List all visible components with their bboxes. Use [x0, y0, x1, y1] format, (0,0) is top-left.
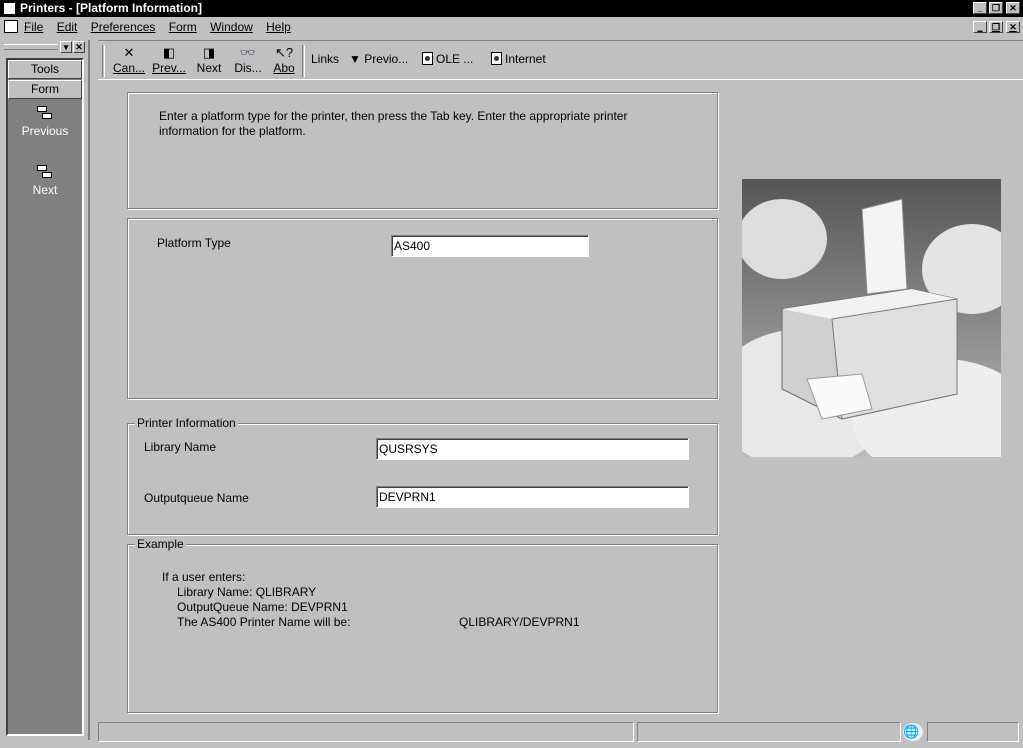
minimize-button[interactable]: _	[973, 2, 987, 14]
sidebar-panel: Tools Form Previous Next	[6, 58, 84, 736]
library-name-label: Library Name	[144, 440, 217, 454]
globe-icon: 🌐	[903, 723, 923, 741]
printer-image	[742, 179, 1001, 457]
child-restore-button[interactable]: ❐	[989, 21, 1003, 33]
example-result: QLIBRARY/DEVPRN1	[459, 615, 580, 629]
ole-link[interactable]: OLE ...	[422, 52, 473, 66]
internet-document-icon	[491, 52, 502, 65]
sidebar-item-next[interactable]: Next	[8, 165, 82, 197]
menu-file[interactable]: File	[24, 20, 43, 34]
platform-type-label: Platform Type	[157, 236, 231, 250]
tools-tab[interactable]: Tools	[8, 60, 82, 79]
sidebar-item-label: Next	[32, 183, 58, 197]
restore-button[interactable]: ❐	[989, 2, 1003, 14]
glasses-icon: 👓	[239, 45, 257, 60]
menu-window[interactable]: Window	[210, 20, 253, 34]
example-legend: Example	[135, 537, 186, 551]
about-button[interactable]: ↖? Abo	[270, 45, 298, 75]
status-pane-main	[98, 722, 634, 742]
previous-link[interactable]: ▼ Previo...	[349, 52, 408, 66]
form-nav-icon	[37, 165, 53, 179]
sidebar-item-label: Previous	[21, 124, 69, 138]
form-nav-icon	[37, 106, 53, 120]
library-name-input[interactable]: QUSRSYS	[376, 438, 689, 460]
sidebar-close-button[interactable]: ✕	[73, 41, 85, 53]
ole-document-icon	[422, 52, 433, 65]
title-bar: Printers - [Platform Information] _ ❐ ✕	[0, 0, 1023, 17]
sidebar: ▾ ✕ Tools Form Previous Next	[0, 40, 90, 740]
menu-edit[interactable]: Edit	[57, 20, 78, 34]
sidebar-grip[interactable]	[4, 44, 58, 50]
sidebar-item-previous[interactable]: Previous	[8, 106, 82, 138]
sidebar-dropdown-button[interactable]: ▾	[60, 41, 72, 53]
printer-information-legend: Printer Information	[135, 416, 238, 430]
internet-link[interactable]: Internet	[491, 52, 546, 66]
platform-type-input[interactable]: AS400	[391, 235, 589, 257]
example-text: If a user enters: Library Name: QLIBRARY…	[162, 570, 351, 629]
menu-bar: File Edit Preferences Form Window Help _…	[0, 17, 1023, 38]
outputqueue-name-input[interactable]: DEVPRN1	[376, 486, 689, 508]
platform-panel: Platform Type AS400	[127, 218, 718, 399]
previous-button[interactable]: ◧ Prev...	[150, 45, 188, 75]
display-button[interactable]: 👓 Dis...	[232, 45, 264, 75]
outputqueue-name-label: Outputqueue Name	[144, 491, 249, 505]
status-bar: 🌐	[98, 722, 1023, 742]
arrow-left-icon: ◧	[162, 45, 176, 60]
links-label: Links	[311, 52, 340, 66]
close-button[interactable]: ✕	[1006, 2, 1020, 14]
status-pane-3	[927, 722, 1019, 742]
menu-help[interactable]: Help	[266, 20, 291, 34]
help-cursor-icon: ↖?	[274, 45, 294, 60]
dropdown-triangle-icon: ▼	[349, 52, 365, 66]
document-icon[interactable]	[4, 20, 18, 33]
status-pane-2	[637, 722, 901, 742]
instructions-text: Enter a platform type for the printer, t…	[159, 109, 628, 138]
toolbar: ✕ Can... ◧ Prev... ◨ Next 👓 Dis... ↖? Abo Lin…	[98, 40, 1023, 80]
form-tab[interactable]: Form	[8, 80, 82, 99]
menu-preferences[interactable]: Preferences	[91, 20, 156, 34]
printer-information-group: Printer Information Library Name QUSRSYS…	[127, 416, 718, 535]
app-icon[interactable]	[3, 2, 16, 15]
child-close-button[interactable]: ✕	[1006, 21, 1020, 33]
cancel-button[interactable]: ✕ Can...	[112, 45, 146, 75]
window-title: Printers - [Platform Information]	[20, 1, 203, 15]
child-minimize-button[interactable]: _	[973, 21, 987, 33]
arrow-right-icon: ◨	[202, 45, 216, 60]
next-button[interactable]: ◨ Next	[194, 45, 224, 75]
instructions-panel: Enter a platform type for the printer, t…	[127, 92, 718, 209]
example-group: Example If a user enters: Library Name: …	[127, 537, 718, 713]
x-icon: ✕	[123, 45, 135, 60]
menu-form[interactable]: Form	[169, 20, 197, 34]
